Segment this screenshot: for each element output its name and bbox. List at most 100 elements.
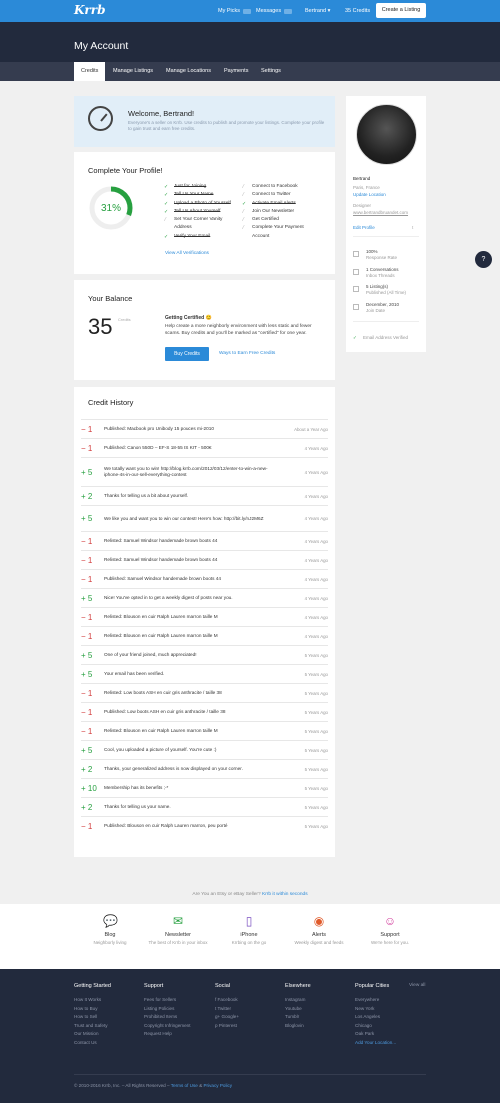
tab-manage-listings[interactable]: Manage Listings [106,62,160,81]
checklist-item: Verify Your Email [164,233,231,242]
credit-description: We totally want you to win! http://blog.… [104,466,268,477]
help-chat-button[interactable]: ? [475,251,492,268]
krrb-logo[interactable]: Krrb [74,3,105,17]
tab-manage-locations[interactable]: Manage Locations [159,62,218,81]
footer-link[interactable]: Youtube [285,1005,311,1014]
user-website-link[interactable]: www.bertrandbruandet.com [353,210,408,216]
tile-name: iPhone [240,932,258,938]
tile-blog[interactable]: 💬 Blog Neighborly living [80,914,140,946]
account-tabs: Credits Manage Listings Manage Locations… [0,62,500,81]
tile-iphone[interactable]: ▯ iPhone Krrbing on the go [219,914,279,946]
twitter-icon[interactable]: t [412,225,413,231]
checklist-item[interactable]: Address [164,224,231,232]
footer-link[interactable]: How to Sell [74,1013,111,1022]
footer-link[interactable]: g+ Google+ [215,1013,239,1022]
checklist-item[interactable]: Set Your Corner Vanity [164,216,231,225]
footer-link[interactable]: f Facebook [215,996,239,1005]
checklist-item[interactable]: Connect to Facebook [242,183,304,192]
welcome-title: Welcome, Bertrand! [128,109,195,118]
create-listing-button[interactable]: Create a Listing [376,3,426,18]
footer-column: Elsewhere Instagram Youtube Tumblr Bloglovin [285,983,311,1030]
edit-profile-link[interactable]: Edit Profile [353,225,375,231]
tile-subtitle: The best of Krrb in your inbox [148,940,208,945]
footer-link[interactable]: How to Buy [74,1005,111,1014]
footer-link[interactable]: Prohibited Items [144,1013,190,1022]
footer-link[interactable]: Request Help [144,1030,190,1039]
footer-link[interactable]: Everywhere [355,996,396,1005]
checklist-item[interactable]: Complete Your Payment [242,224,304,233]
tab-payments[interactable]: Payments [217,62,255,81]
view-all-verifications-link[interactable]: View All Verifications [165,251,209,256]
credit-description: Published: Canon 550D – EF-S 18-55 IS KI… [104,445,212,450]
footer-link[interactable]: Copyright Infringement [144,1022,190,1031]
conversations-count: 1 Conversations [366,267,399,272]
credit-time: 4 Years Ago [304,493,328,499]
balance-amount: 35 [88,314,113,339]
view-all-cities-link[interactable]: View all [409,983,425,988]
conversations-label: Inbox Threads [366,273,395,278]
credit-history-row: − 1 Published: Blouson en cuir Ralph Laur… [81,816,328,835]
join-date-label: Join Date [366,308,386,313]
credits-link[interactable]: 35 Credits [345,0,370,22]
credit-time: 4 Years Ago [304,614,328,620]
avatar[interactable] [356,104,417,165]
credit-amount: + 2 [81,802,93,812]
checklist-item[interactable]: Get Certified [242,216,304,225]
footer-link[interactable]: Oak Park [355,1030,396,1039]
footer-link[interactable]: Fees for Sellers [144,996,190,1005]
tile-name: Support [380,932,400,938]
credit-time: 4 Years Ago [304,538,328,544]
footer-link[interactable]: Contact Us [74,1039,111,1048]
credit-amount: − 1 [81,631,93,641]
my-picks-label: My Picks [218,8,240,14]
footer-link[interactable]: Bloglovin [285,1022,311,1031]
credit-history-row: + 10 Membership has its benefits ;-* 5 Yea… [81,778,328,797]
balance-card: Your Balance 35 Credits Getting Certifie… [74,280,335,380]
tile-support[interactable]: ☺ Support We're here for you. [360,914,420,946]
footer-link[interactable]: Instagram [285,996,311,1005]
footer-column: Support Fees for Sellers Listing Policies P… [144,983,190,1039]
credit-description: Relisted: Samuel Windsor handemade brown… [104,538,218,543]
footer-link[interactable]: Los Angeles [355,1013,396,1022]
footer-link[interactable]: Add Your Location... [355,1039,396,1048]
credit-amount: − 1 [81,821,93,831]
footer-link[interactable]: Our Mission [74,1030,111,1039]
footer-link[interactable]: p Pinterest [215,1022,239,1031]
credit-amount: + 5 [81,593,93,603]
privacy-link[interactable]: Privacy Policy [203,1083,232,1088]
krrb-it-link[interactable]: Krrb it within seconds [262,892,308,897]
footer-column: Popular Cities Everywhere New York Los Ange… [355,983,396,1048]
footer-link[interactable]: Chicago [355,1022,396,1031]
checklist-item[interactable]: Connect to Twitter [242,191,304,200]
tile-newsletter[interactable]: ✉ Newsletter The best of Krrb in your inbo… [148,914,208,946]
my-picks-link[interactable]: My Picks [218,0,251,22]
terms-link[interactable]: Terms of Use [171,1083,198,1088]
footer-link[interactable]: Trust and Safety [74,1022,111,1031]
checklist-item[interactable]: Join Our Newsletter [242,208,304,217]
buy-credits-button[interactable]: Buy Credits [165,347,209,361]
credit-description: Thanks for telling us your name. [104,804,171,809]
copyright: © 2010-2016 Krrb, Inc. – All Rights Rese… [74,1083,232,1088]
footer-link[interactable]: New York [355,1005,396,1014]
footer-column: Getting Started How It Works How to Buy How… [74,983,111,1048]
credit-time: 5 Years Ago [304,652,328,658]
user-menu[interactable]: Bertrand ▾ [305,0,330,22]
messages-link[interactable]: Messages [256,0,293,22]
tab-credits[interactable]: Credits [74,62,106,81]
tile-name: Blog [104,932,116,938]
support-icon: ☺ [383,914,397,928]
and-text: & [199,1083,203,1088]
footer-link[interactable]: How It Works [74,996,111,1005]
credit-history-row: + 5 Your email has been verified. 5 Years … [81,664,328,683]
footer-link[interactable]: Listing Policies [144,1005,190,1014]
footer-link[interactable]: Tumblr [285,1013,311,1022]
earn-free-credits-link[interactable]: Ways to Earn Free Credits [219,351,275,356]
update-location-link[interactable]: Update Location [353,192,386,198]
tile-alerts[interactable]: ◉ Alerts Weekly digest and feeds [289,914,349,946]
page-title: My Account [74,40,129,52]
checklist-item[interactable]: Account [242,233,304,241]
user-location: Paris, France [353,185,380,190]
tab-settings[interactable]: Settings [254,62,288,81]
credit-time: About a Year Ago [294,426,328,432]
footer-link[interactable]: t Twitter [215,1005,239,1014]
